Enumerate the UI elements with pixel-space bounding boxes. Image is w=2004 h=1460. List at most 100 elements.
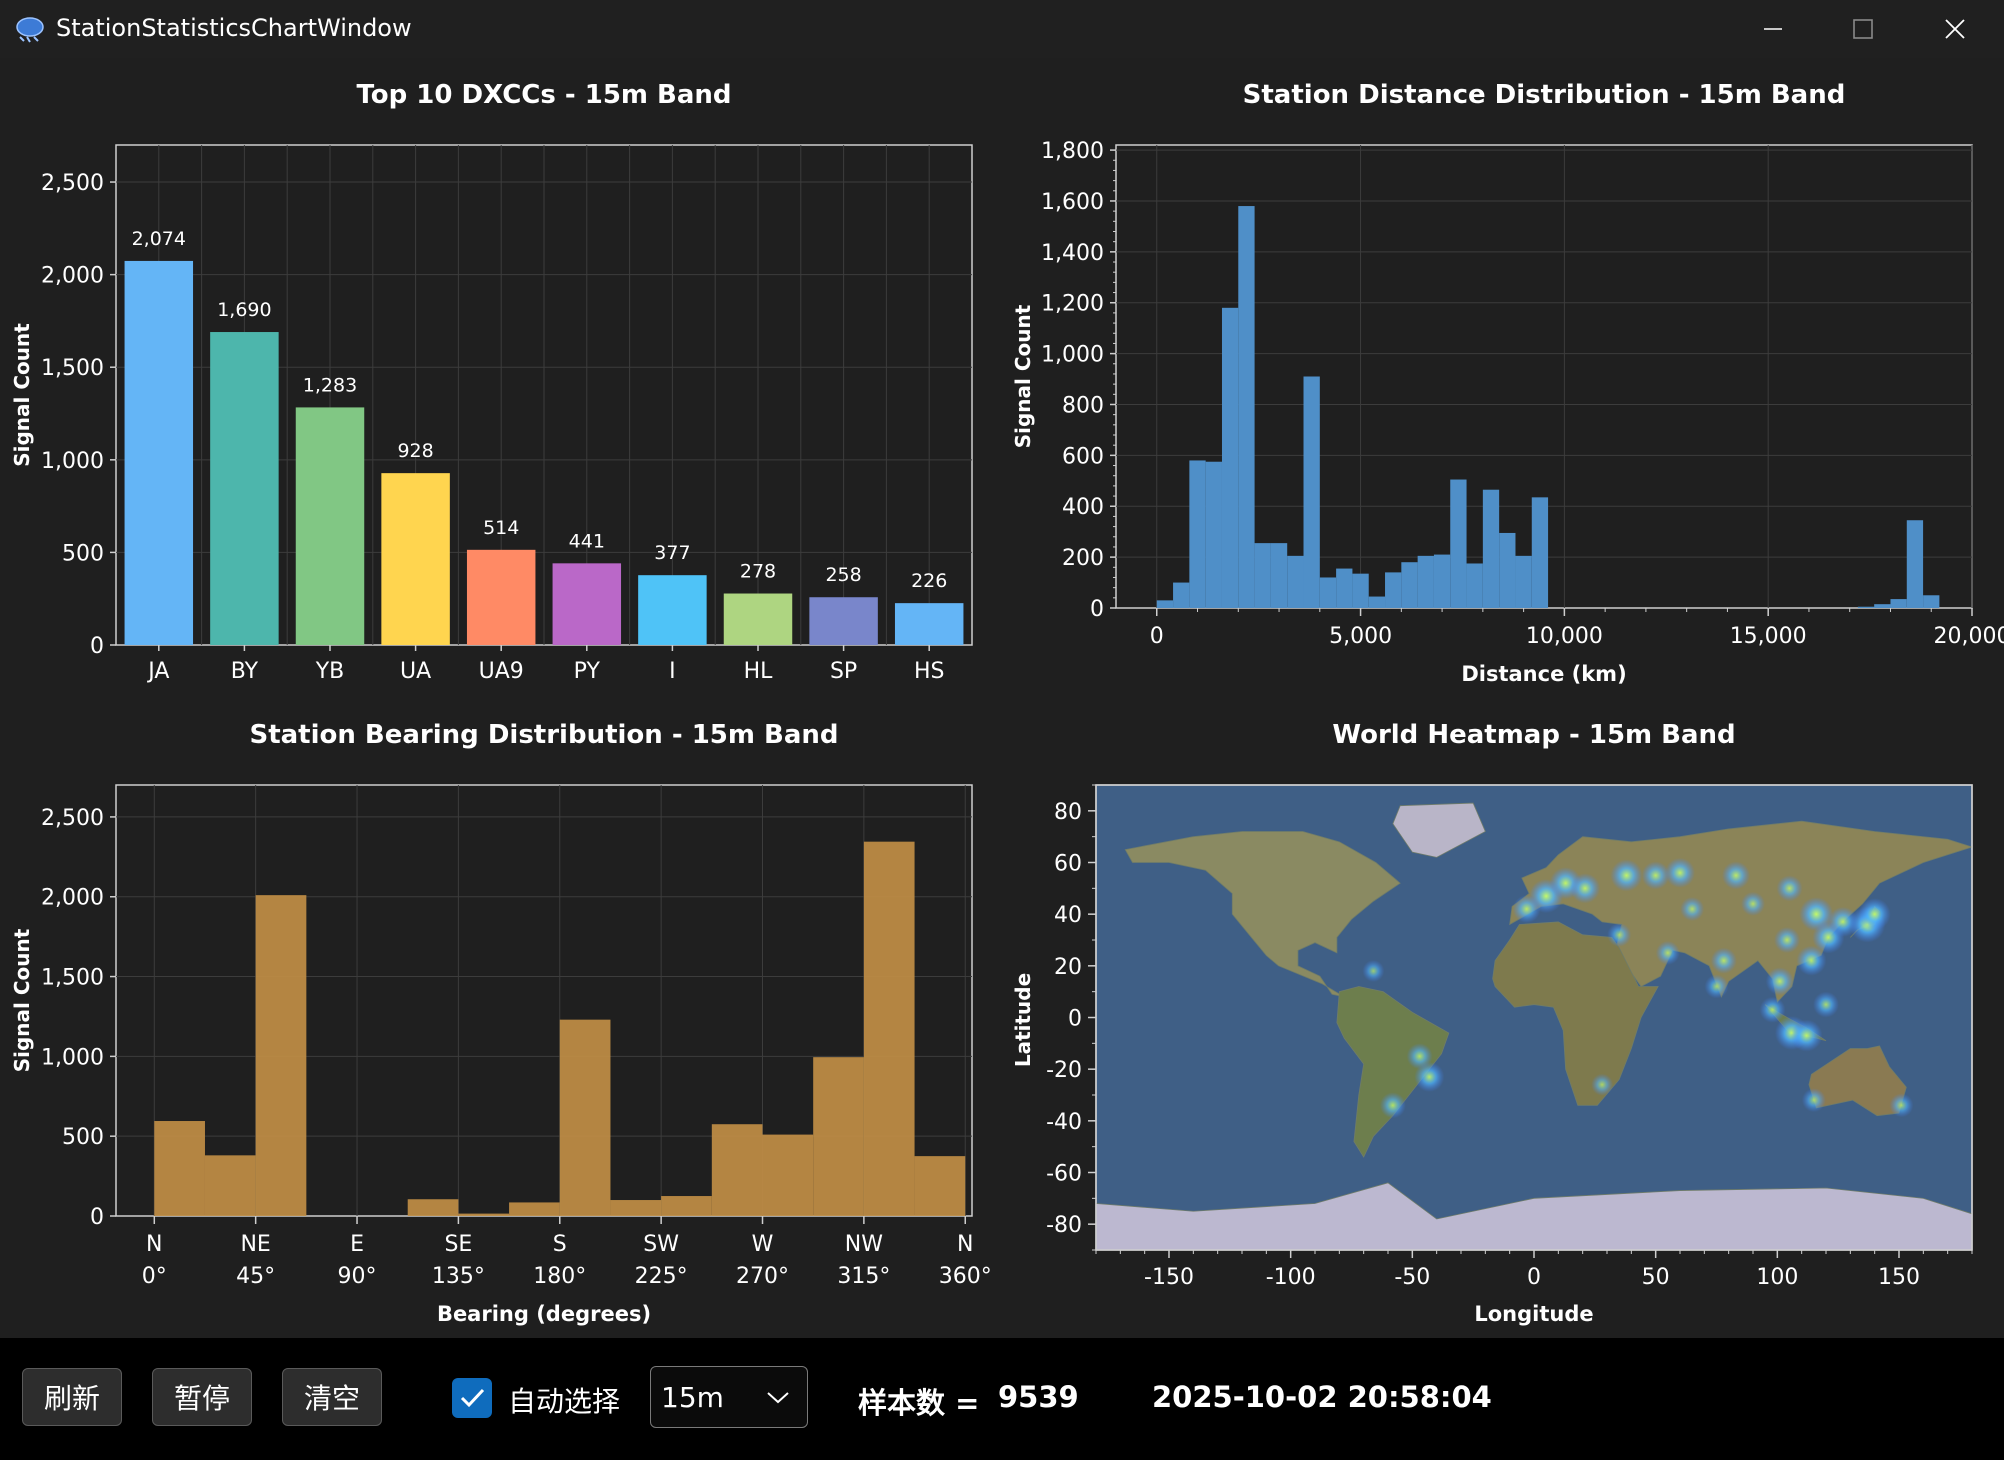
x-tick-sublabel: 45° [236,1264,275,1289]
y-tick-label: 80 [1054,800,1082,825]
title-bar: StationStatisticsChartWindow [0,0,2004,58]
bar-value-label: 377 [654,542,690,564]
histogram-bar [1417,555,1434,608]
chart-title: Station Distance Distribution - 15m Band [1243,80,1846,110]
histogram-bar [458,1213,510,1216]
x-tick-label: N [957,1232,973,1257]
clear-button[interactable]: 清空 [282,1368,382,1426]
maximize-icon [1853,19,1873,39]
heatmap-point [1741,891,1765,916]
heatmap-point [1759,996,1786,1023]
heatmap-point [1406,1043,1433,1070]
histogram-bar [1433,554,1451,608]
histogram-bar [863,841,915,1216]
histogram-bar [1401,562,1418,608]
histogram-bar [1173,582,1190,608]
close-button[interactable] [1916,0,1996,58]
heatmap-point [1796,945,1827,976]
charts-canvas: Top 10 DXCCs - 15m BandSignal Count05001… [10,80,2004,1326]
y-axis-label: Signal Count [10,928,34,1072]
y-tick-label: 600 [1062,444,1104,469]
bar-value-label: 278 [740,561,776,583]
x-tick-sublabel: 0° [142,1264,167,1289]
x-tick-label: SW [643,1232,679,1257]
histogram-bar [1515,555,1532,608]
bar-value-label: 226 [911,570,947,592]
minimize-button[interactable] [1732,0,1812,58]
y-tick-label: -20 [1046,1058,1082,1083]
x-tick-sublabel: 135° [432,1264,485,1289]
auto-select-label: 自动选择 [508,1385,621,1418]
histogram-bar [1923,595,1940,608]
y-tick-label: 500 [62,541,104,566]
window-title: StationStatisticsChartWindow [56,14,412,42]
bar-hl [723,593,793,645]
refresh-button[interactable]: 刷新 [22,1368,122,1426]
histogram-bar [204,1155,256,1216]
x-tick-label: NE [240,1232,270,1257]
x-tick-label: -150 [1144,1265,1194,1290]
heatmap-point [1774,927,1801,953]
histogram-bar [1254,543,1271,608]
x-tick-sublabel: 360° [939,1264,992,1289]
heatmap-point [1665,857,1695,888]
chart-layer: Top 10 DXCCs - 15m BandSignal Count05001… [10,80,2004,1326]
bar-ua9 [466,549,536,645]
maximize-button[interactable] [1822,0,1902,58]
histogram-bar [1352,573,1369,608]
heatmap-point [1710,947,1737,974]
histogram-bar [711,1124,763,1216]
bar-value-label: 514 [483,517,519,539]
y-tick-label: 2,500 [41,806,104,831]
y-tick-label: 2,500 [41,171,104,196]
x-tick-label: HS [914,659,945,684]
y-axis-label: Latitude [1011,973,1035,1067]
pause-button[interactable]: 暂停 [152,1368,252,1426]
bar-hs [894,603,964,645]
y-tick-label: 0 [1090,597,1104,622]
heatmap-point [1610,859,1643,892]
histogram-bar [1368,596,1386,608]
x-axis-label: Bearing (degrees) [437,1302,651,1326]
histogram-bar [813,1057,864,1216]
heatmap-point [1776,875,1803,902]
x-axis-label: Longitude [1474,1302,1593,1326]
histogram-bar [1319,577,1337,608]
y-tick-label: -80 [1046,1213,1082,1238]
heatmap-point [1704,974,1729,999]
histogram-bar [1189,460,1206,608]
histogram-bar [1857,606,1875,608]
bar-by [210,332,279,645]
heatmap-point [1655,940,1680,965]
timestamp: 2025-10-02 20:58:04 [1152,1380,1492,1414]
y-axis-label: Signal Count [10,323,34,467]
sample-count-label: 样本数 = [858,1386,980,1420]
histogram-bar [1303,376,1320,608]
band-select[interactable]: 15m [650,1366,808,1428]
x-tick-sublabel: 180° [533,1264,586,1289]
y-tick-label: 1,500 [41,966,104,991]
x-tick-sublabel: 90° [338,1264,377,1289]
heatmap-point [1512,895,1541,923]
heatmap-point [1889,1093,1914,1118]
histogram-bar [1531,497,1549,608]
histogram-bar [1890,599,1907,608]
heatmap-point [1765,967,1794,996]
y-tick-label: 60 [1054,852,1082,877]
auto-select-checkbox[interactable] [452,1378,492,1418]
bar-i [638,575,707,645]
x-tick-label: NW [845,1232,883,1257]
histogram-bar [661,1196,712,1216]
x-tick-label: -50 [1394,1265,1430,1290]
y-tick-label: 1,000 [1041,343,1104,368]
x-tick-sublabel: 225° [635,1264,688,1289]
histogram-bar [1450,479,1467,608]
heatmap-point [1721,861,1750,890]
app-icon [16,17,44,43]
x-tick-label: UA9 [479,659,524,684]
histogram-bar [1874,604,1891,608]
histogram-bar [1205,461,1222,608]
sample-count-value: 9539 [998,1380,1079,1414]
checkmark-icon [460,1388,485,1408]
y-tick-label: 500 [62,1125,104,1150]
